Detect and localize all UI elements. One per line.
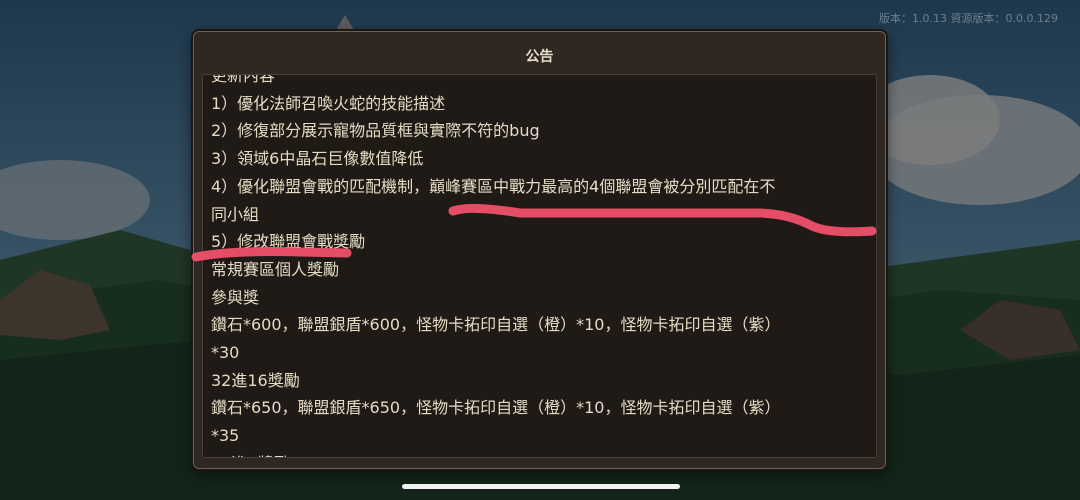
home-indicator[interactable] xyxy=(402,484,680,489)
notice-line: 32進16獎勵 xyxy=(211,370,300,390)
notice-line: 更新內容 xyxy=(211,74,276,85)
notice-line: 鑽石*600，聯盟銀盾*600，怪物卡拓印自選（橙）*10，怪物卡拓印自選（紫） xyxy=(211,315,781,335)
dialog-title: 公告 xyxy=(525,49,554,65)
notice-line: 常規賽區個人獎勵 xyxy=(211,259,340,279)
announcement-dialog: 公告 更新內容 1）優化法師召喚火蛇的技能描述 2）修復部分展示寵物品質框與實際… xyxy=(193,31,886,469)
version-label: 版本：1.0.13 資源版本：0.0.0.129 xyxy=(879,12,1058,25)
announcement-content[interactable]: 更新內容 1）優化法師召喚火蛇的技能描述 2）修復部分展示寵物品質框與實際不符的… xyxy=(202,74,877,458)
notice-line: 鑽石*650，聯盟銀盾*650，怪物卡拓印自選（橙）*10，怪物卡拓印自選（紫） xyxy=(211,398,781,418)
notice-line: 3）領域6中晶石巨像數值降低 xyxy=(211,149,424,169)
notice-line: 4）優化聯盟會戰的匹配機制，巔峰賽區中戰力最高的4個聯盟會被分別匹配在不 xyxy=(211,176,776,196)
notice-line: 16進8獎勵 xyxy=(211,450,870,457)
announcement-text: 更新內容 1）優化法師召喚火蛇的技能描述 2）修復部分展示寵物品質框與實際不符的… xyxy=(211,74,870,457)
notice-line: 2）修復部分展示寵物品質框與實際不符的bug xyxy=(211,121,540,141)
notice-line: 同小組 xyxy=(211,204,260,224)
notice-line: 參與獎 xyxy=(211,287,260,307)
notice-line: 5）修改聯盟會戰獎勵 xyxy=(211,232,366,252)
notice-line: 1）優化法師召喚火蛇的技能描述 xyxy=(211,93,446,113)
notice-line: *35 xyxy=(211,426,240,446)
notice-line: *30 xyxy=(211,343,240,363)
